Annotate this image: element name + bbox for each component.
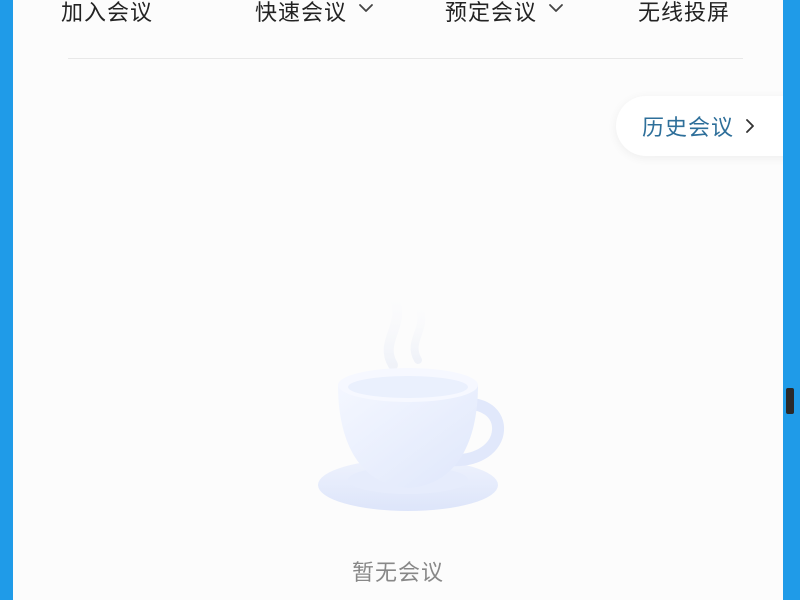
empty-cup-icon (318, 290, 504, 511)
chevron-right-icon (746, 119, 754, 133)
chevron-down-icon (549, 4, 563, 12)
quick-meeting-button[interactable]: 快速会议 (255, 0, 375, 36)
quick-meeting-label: 快速会议 (255, 1, 348, 26)
history-meetings-label: 历史会议 (642, 116, 735, 141)
schedule-meeting-button[interactable]: 预定会议 (445, 0, 565, 36)
top-actions-bar: 加入会议 快速会议 预定会议 无线投屏 (13, 0, 783, 36)
chevron-down-icon (359, 4, 373, 12)
background-window-mark (786, 388, 794, 414)
wireless-projection-label: 无线投屏 (638, 1, 731, 26)
wireless-projection-button[interactable]: 无线投屏 (638, 0, 730, 36)
empty-state-text: 暂无会议 (351, 561, 444, 586)
schedule-meeting-label: 预定会议 (445, 1, 538, 26)
join-meeting-button[interactable]: 加入会议 (61, 0, 153, 36)
toolbar-divider (68, 58, 743, 59)
history-meetings-button[interactable]: 历史会议 (616, 96, 783, 156)
meeting-window: 加入会议 快速会议 预定会议 无线投屏 历史会议 暂无会议 (13, 0, 783, 600)
background-window-edge (783, 0, 800, 600)
join-meeting-label: 加入会议 (61, 1, 154, 26)
